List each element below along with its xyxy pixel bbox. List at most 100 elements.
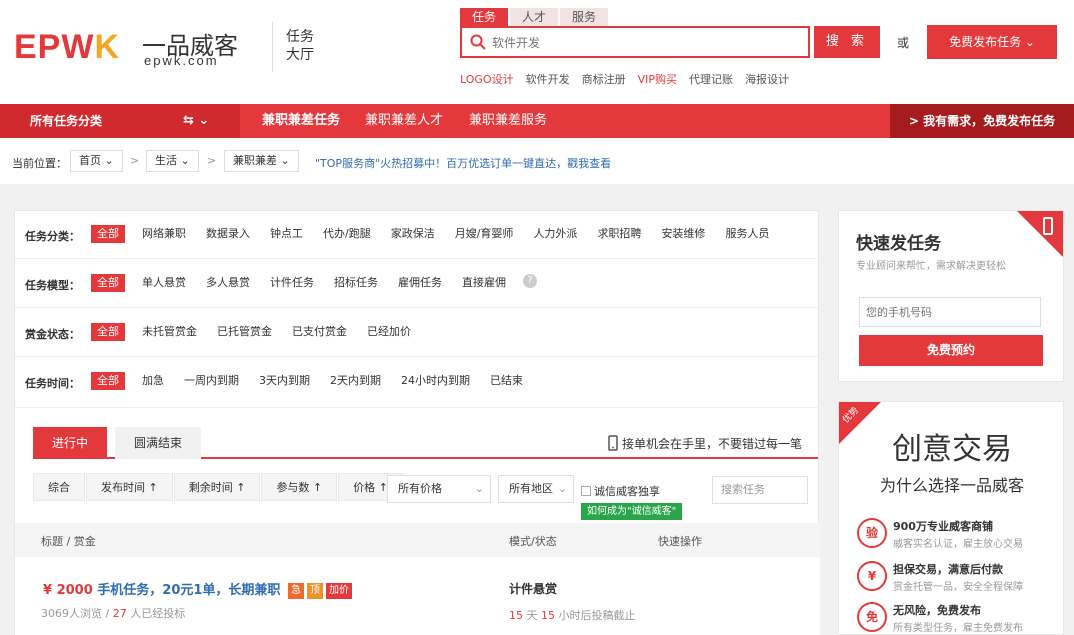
header: EPWK 一品威客 epwk.com 任务大厅 任务 人才 服务 搜 索 或 免… (0, 0, 1074, 104)
task-title[interactable]: ¥ 2000 手机任务，20元1单，长期兼职 急顶加价 (43, 579, 352, 599)
all-categories-menu[interactable]: 所有任务分类 ⇆ ⌄ (0, 104, 240, 138)
filter-option[interactable]: 计件任务 (267, 274, 317, 292)
col-title: 标题 / 赏金 (41, 535, 96, 548)
sort-bar: 综合 发布时间 ↑ 剩余时间 ↑ 参与数 ↑ 价格 ↑ (33, 473, 404, 501)
quick-publish-card: 快速发任务 专业顾问来帮忙，需求解决更轻松 免费预约 (838, 210, 1064, 382)
phone-input[interactable] (859, 297, 1041, 327)
hot-link-poster[interactable]: 海报设计 (745, 71, 789, 87)
epwk-logo[interactable]: EPWK 一品威客 epwk.com (14, 26, 259, 68)
tab-completed[interactable]: 圆满结束 (115, 427, 201, 459)
hot-link-accounting[interactable]: 代理记账 (689, 71, 733, 87)
feature-sub: 赏金托管一品，安全全程保障 (893, 582, 1023, 593)
filter-option[interactable]: 服务人员 (722, 225, 772, 243)
top-tag: 顶 (306, 583, 323, 599)
search-icon (470, 34, 486, 50)
hot-link-logo[interactable]: LOGO设计 (460, 71, 514, 87)
hot-link-software[interactable]: 软件开发 (526, 71, 570, 87)
main-nav: 所有任务分类 ⇆ ⌄ 兼职兼差任务 兼职兼差人才 兼职兼差服务 > 我有需求，免… (0, 104, 1074, 138)
hall-label: 任务大厅 (286, 29, 314, 63)
region-select[interactable]: 所有地区 ⌄ (498, 475, 574, 503)
filter-option[interactable]: 24小时内到期 (398, 372, 473, 390)
filter-option[interactable]: 人力外派 (530, 225, 580, 243)
filter-option[interactable]: 求职招聘 (594, 225, 644, 243)
crumb-sep: > (207, 154, 217, 167)
logo-domain: epwk.com (144, 53, 219, 68)
filter-option[interactable]: 2天内到期 (327, 372, 384, 390)
task-title-text: 手机任务，20元1单，长期兼职 (97, 583, 281, 598)
nav-item-services[interactable]: 兼职兼差服务 (469, 104, 547, 138)
price-select[interactable]: 所有价格 ⌄ (387, 475, 491, 503)
filter-row-category: 任务分类： 全部 网络兼职 数据录入 钟点工 代办/跑腿 家政保洁 月嫂/育婴师… (15, 211, 820, 259)
help-icon[interactable]: ? (523, 274, 537, 288)
task-bid-suffix: 人已经投标 (130, 607, 186, 620)
crumb-parttime[interactable]: 兼职兼差 ⌄ (224, 150, 299, 172)
promo-link[interactable]: "TOP服务商"火热招募中！百万优选订单一键直达，戳我查看 (315, 155, 611, 171)
mobile-tip[interactable]: 接单机会在手里，不要错过每一笔 (608, 435, 802, 452)
sort-publish-time[interactable]: 发布时间 ↑ (86, 473, 173, 501)
search-button[interactable]: 搜 索 (814, 26, 880, 58)
deadline-hours-unit: 小时后投稿截止 (558, 609, 636, 622)
deadline-days: 15 (509, 609, 523, 622)
filter-option[interactable]: 已经加价 (364, 323, 414, 341)
filter-option[interactable]: 一周内到期 (181, 372, 242, 390)
filter-option[interactable]: 全部 (91, 372, 125, 390)
deadline-days-unit: 天 (526, 609, 538, 622)
task-deadline: 15 天 15 小时后投稿截止 (509, 607, 636, 623)
filter-option[interactable]: 多人悬赏 (203, 274, 253, 292)
crumb-home[interactable]: 首页 ⌄ (70, 150, 123, 172)
publish-task-button[interactable]: 免费发布任务 ⌄ (927, 25, 1057, 59)
sort-remaining-time[interactable]: 剩余时间 ↑ (173, 473, 261, 501)
nav-item-talent[interactable]: 兼职兼差人才 (365, 104, 443, 138)
filter-option[interactable]: 未托管赏金 (139, 323, 200, 341)
filter-option[interactable]: 全部 (91, 225, 125, 243)
checkbox-icon (581, 486, 591, 496)
hot-link-trademark[interactable]: 商标注册 (582, 71, 626, 87)
search-tab-talent[interactable]: 人才 (510, 8, 559, 26)
phone-icon (1043, 217, 1053, 235)
search-tab-task[interactable]: 任务 (460, 8, 509, 26)
search-tabs: 任务 人才 服务 (460, 8, 610, 26)
hot-link-vip[interactable]: VIP购买 (638, 71, 677, 87)
creative-trade-card: 优势 创意交易 为什么选择一品威客 验 900万专业威客商铺 威客实名认证，雇主… (838, 401, 1064, 635)
filter-option[interactable]: 已托管赏金 (214, 323, 275, 341)
filter-option[interactable]: 雇佣任务 (395, 274, 445, 292)
nav-item-tasks[interactable]: 兼职兼差任务 (262, 104, 340, 138)
urgent-tag: 急 (287, 583, 304, 599)
logo-text: EPWK (14, 28, 121, 66)
filter-label: 任务模型： (25, 279, 80, 292)
filter-option[interactable]: 钟点工 (267, 225, 306, 243)
category-controls-icon[interactable]: ⇆ ⌄ (183, 104, 209, 138)
breadcrumb-label: 当前位置： (12, 157, 67, 170)
publish-demand-link[interactable]: > 我有需求，免费发布任务 (890, 104, 1074, 138)
sort-participants[interactable]: 参与数 ↑ (261, 473, 338, 501)
task-search-input[interactable]: 搜索任务 (712, 476, 808, 504)
honest-tip-link[interactable]: 如何成为"诚信威客" (581, 503, 683, 520)
filter-option[interactable]: 月嫂/育婴师 (452, 225, 517, 243)
filter-option[interactable]: 代办/跑腿 (320, 225, 374, 243)
filter-option[interactable]: 已结束 (487, 372, 526, 390)
filter-option[interactable]: 网络兼职 (139, 225, 189, 243)
free-booking-button[interactable]: 免费预约 (859, 335, 1043, 366)
search-box (460, 26, 810, 58)
crumb-life[interactable]: 生活 ⌄ (146, 150, 199, 172)
filter-option[interactable]: 招标任务 (331, 274, 381, 292)
sort-default[interactable]: 综合 (33, 473, 85, 501)
filter-option[interactable]: 家政保洁 (388, 225, 438, 243)
filter-option[interactable]: 全部 (91, 274, 125, 292)
mobile-tip-text: 接单机会在手里，不要错过每一笔 (621, 437, 802, 451)
filter-option[interactable]: 数据录入 (203, 225, 253, 243)
breadcrumb: 当前位置： 首页 ⌄ > 生活 ⌄ > 兼职兼差 ⌄ "TOP服务商"火热招募中… (0, 138, 1074, 184)
tab-in-progress[interactable]: 进行中 (33, 427, 107, 459)
filter-option[interactable]: 全部 (91, 323, 125, 341)
search-input[interactable] (492, 32, 802, 54)
honest-only-checkbox[interactable]: 诚信威客独享 (581, 483, 660, 499)
filter-option[interactable]: 单人悬赏 (139, 274, 189, 292)
filter-option[interactable]: 已支付赏金 (289, 323, 350, 341)
feature-title: 担保交易，满意后付款 (893, 563, 1003, 576)
filter-option[interactable]: 直接雇佣 (459, 274, 509, 292)
filter-option[interactable]: 加急 (139, 372, 167, 390)
status-tabs: 进行中 圆满结束 接单机会在手里，不要错过每一笔 (33, 427, 818, 459)
filter-option[interactable]: 3天内到期 (256, 372, 313, 390)
filter-option[interactable]: 安装维修 (658, 225, 708, 243)
search-tab-service[interactable]: 服务 (560, 8, 609, 26)
